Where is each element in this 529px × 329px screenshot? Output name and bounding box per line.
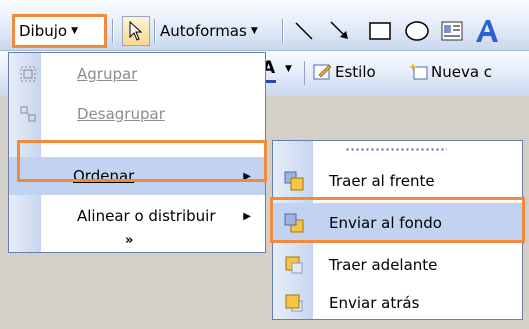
bring-to-front-icon [284, 171, 304, 191]
group-icon [20, 66, 36, 82]
send-to-back-icon [284, 213, 304, 233]
dibujo-label: Dibujo [19, 22, 68, 40]
bring-forward-icon [285, 256, 303, 274]
rectangle-tool-icon[interactable] [368, 19, 392, 43]
submenu-item-label: Enviar atrás [329, 294, 420, 312]
menu-item-alinear-distribuir[interactable]: Alinear o distribuir ▶ [9, 199, 265, 233]
menu-item-label: Desagrupar [77, 105, 165, 123]
dibujo-menu-button[interactable]: Dibujo ▼ [15, 17, 104, 45]
pointer-arrow-icon [129, 21, 143, 41]
wordart-icon[interactable] [472, 16, 502, 46]
textbox-tool-icon[interactable] [440, 19, 464, 43]
nueva-button[interactable]: Nueva c [409, 59, 492, 85]
submenu-arrow-icon: ▶ [243, 170, 251, 182]
autoformas-label: Autoformas [160, 22, 247, 40]
toolbar-separator [282, 19, 283, 43]
submenu-item-label: Enviar al fondo [329, 214, 442, 232]
dropdown-arrow-icon: ▼ [250, 26, 258, 36]
expand-menu-chevron-icon[interactable]: » [125, 233, 133, 248]
menu-item-label: Ordenar [73, 167, 135, 185]
menu-item-label: Alinear o distribuir [77, 207, 216, 225]
oval-tool-icon[interactable] [404, 19, 430, 43]
menu-item-label: Agrupar [77, 65, 138, 83]
ordenar-submenu: Traer al frente Enviar al fondo Traer ad… [272, 140, 523, 320]
estilo-label: Estilo [335, 63, 376, 81]
dibujo-dropdown-menu: Agrupar Desagrupar Ordenar ▶ Alinear o d… [8, 52, 266, 253]
autoformas-menu-button[interactable]: Autoformas ▼ [160, 17, 258, 45]
dropdown-arrow-icon[interactable]: ▼ [285, 64, 292, 74]
arrow-tool-icon[interactable] [328, 19, 352, 43]
submenu-item-enviar-atras[interactable]: Enviar atrás [273, 283, 522, 323]
submenu-drag-grip[interactable] [345, 148, 447, 151]
menu-item-desagrupar[interactable]: Desagrupar [9, 97, 265, 131]
menu-item-ordenar[interactable]: Ordenar ▶ [9, 157, 265, 195]
menu-item-agrupar[interactable]: Agrupar [9, 57, 265, 91]
ungroup-icon [20, 106, 36, 122]
toolbar-separator [112, 19, 113, 43]
dropdown-arrow-icon: ▼ [71, 26, 79, 36]
drawing-toolbar: Dibujo ▼ Autoformas ▼ [0, 0, 529, 51]
send-backward-icon [285, 294, 303, 312]
nueva-label: Nueva c [431, 63, 493, 81]
estilo-button[interactable]: Estilo [313, 59, 376, 85]
line-tool-icon[interactable] [292, 19, 316, 43]
toolbar-separator [154, 19, 155, 43]
submenu-item-enviar-al-fondo[interactable]: Enviar al fondo [273, 203, 522, 243]
select-pointer-button[interactable] [122, 16, 150, 46]
submenu-arrow-icon: ▶ [243, 210, 251, 222]
submenu-item-traer-al-frente[interactable]: Traer al frente [273, 161, 522, 201]
submenu-item-traer-adelante[interactable]: Traer adelante [273, 245, 522, 285]
submenu-item-label: Traer adelante [329, 256, 438, 274]
new-style-icon [409, 63, 428, 80]
toolbar-separator [304, 61, 305, 85]
submenu-item-label: Traer al frente [329, 172, 435, 190]
style-icon [313, 64, 332, 80]
